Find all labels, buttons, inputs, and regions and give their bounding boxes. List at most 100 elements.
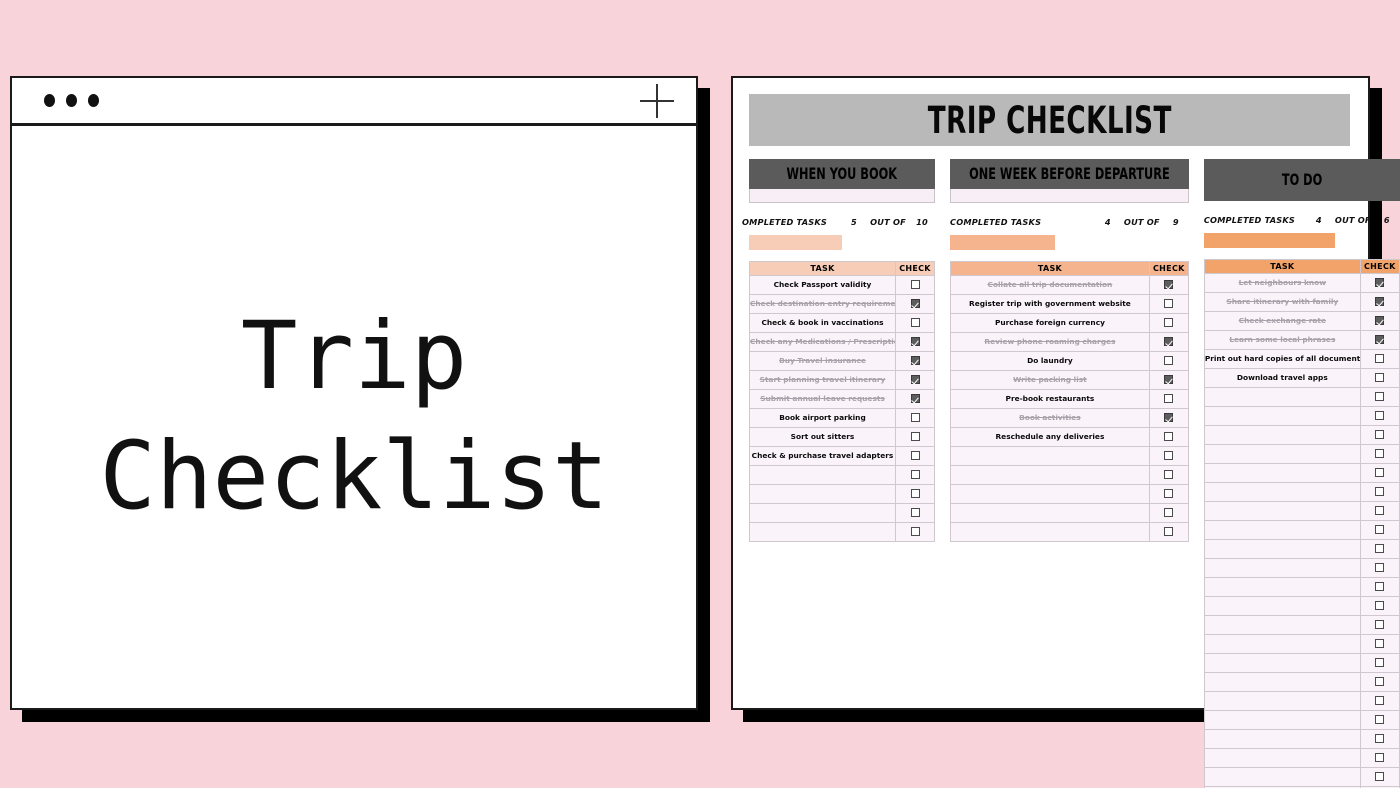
table-row[interactable] bbox=[1204, 502, 1399, 521]
task-table-when-you-book[interactable]: TASKCHECKCheck Passport validityCheck de… bbox=[749, 261, 935, 542]
task-label[interactable]: Check & book in vaccinations bbox=[750, 314, 896, 333]
table-row[interactable] bbox=[1204, 559, 1399, 578]
task-checkbox-cell[interactable] bbox=[896, 390, 935, 409]
checkbox-unchecked-icon[interactable] bbox=[1375, 696, 1384, 705]
checkbox-checked-icon[interactable] bbox=[911, 375, 920, 384]
task-label[interactable] bbox=[750, 466, 896, 485]
task-checkbox-cell[interactable] bbox=[1360, 464, 1399, 483]
table-row[interactable] bbox=[1204, 521, 1399, 540]
task-checkbox-cell[interactable] bbox=[896, 314, 935, 333]
task-checkbox-cell[interactable] bbox=[896, 504, 935, 523]
table-row[interactable] bbox=[951, 466, 1189, 485]
task-checkbox-cell[interactable] bbox=[896, 352, 935, 371]
table-row[interactable] bbox=[1204, 673, 1399, 692]
checkbox-checked-icon[interactable] bbox=[1375, 278, 1384, 287]
task-checkbox-cell[interactable] bbox=[896, 485, 935, 504]
checkbox-unchecked-icon[interactable] bbox=[1164, 299, 1173, 308]
task-label[interactable] bbox=[1204, 388, 1360, 407]
task-checkbox-cell[interactable] bbox=[896, 409, 935, 428]
table-row[interactable] bbox=[1204, 749, 1399, 768]
task-label[interactable]: Do laundry bbox=[951, 352, 1150, 371]
task-label[interactable] bbox=[1204, 483, 1360, 502]
table-row[interactable]: Check Passport validity bbox=[750, 276, 935, 295]
task-checkbox-cell[interactable] bbox=[1360, 369, 1399, 388]
task-checkbox-cell[interactable] bbox=[896, 428, 935, 447]
checkbox-unchecked-icon[interactable] bbox=[1375, 639, 1384, 648]
table-row[interactable]: Book airport parking bbox=[750, 409, 935, 428]
checkbox-checked-icon[interactable] bbox=[1375, 316, 1384, 325]
task-label[interactable] bbox=[750, 504, 896, 523]
table-row[interactable]: Reschedule any deliveries bbox=[951, 428, 1189, 447]
checkbox-checked-icon[interactable] bbox=[1375, 335, 1384, 344]
task-label[interactable]: Sort out sitters bbox=[750, 428, 896, 447]
table-row[interactable]: Check & purchase travel adapters bbox=[750, 447, 935, 466]
task-checkbox-cell[interactable] bbox=[1149, 485, 1188, 504]
task-label[interactable]: Pre-book restaurants bbox=[951, 390, 1150, 409]
table-row[interactable]: Check exchange rate bbox=[1204, 312, 1399, 331]
task-label[interactable] bbox=[1204, 426, 1360, 445]
table-row[interactable]: Register trip with government website bbox=[951, 295, 1189, 314]
task-label[interactable] bbox=[1204, 692, 1360, 711]
task-label[interactable] bbox=[1204, 616, 1360, 635]
task-label[interactable]: Buy Travel insurance bbox=[750, 352, 896, 371]
checkbox-unchecked-icon[interactable] bbox=[1164, 508, 1173, 517]
task-checkbox-cell[interactable] bbox=[1360, 559, 1399, 578]
table-row[interactable] bbox=[750, 466, 935, 485]
task-checkbox-cell[interactable] bbox=[896, 371, 935, 390]
task-label[interactable] bbox=[951, 466, 1150, 485]
task-label[interactable]: Review phone roaming charges bbox=[951, 333, 1150, 352]
task-label[interactable] bbox=[1204, 673, 1360, 692]
task-checkbox-cell[interactable] bbox=[896, 523, 935, 542]
task-checkbox-cell[interactable] bbox=[1149, 295, 1188, 314]
table-row[interactable]: Write packing list bbox=[951, 371, 1189, 390]
checkbox-unchecked-icon[interactable] bbox=[1164, 394, 1173, 403]
task-label[interactable]: Submit annual leave requests bbox=[750, 390, 896, 409]
task-label[interactable] bbox=[1204, 597, 1360, 616]
table-row[interactable] bbox=[951, 523, 1189, 542]
task-checkbox-cell[interactable] bbox=[1149, 333, 1188, 352]
table-row[interactable] bbox=[1204, 654, 1399, 673]
task-label[interactable]: Register trip with government website bbox=[951, 295, 1150, 314]
checkbox-checked-icon[interactable] bbox=[1164, 337, 1173, 346]
task-checkbox-cell[interactable] bbox=[1360, 749, 1399, 768]
table-row[interactable] bbox=[1204, 578, 1399, 597]
checkbox-unchecked-icon[interactable] bbox=[911, 280, 920, 289]
table-row[interactable] bbox=[1204, 407, 1399, 426]
table-row[interactable]: Pre-book restaurants bbox=[951, 390, 1189, 409]
table-row[interactable]: Collate all trip documentation bbox=[951, 276, 1189, 295]
table-row[interactable] bbox=[1204, 692, 1399, 711]
checkbox-unchecked-icon[interactable] bbox=[1164, 489, 1173, 498]
checkbox-checked-icon[interactable] bbox=[911, 337, 920, 346]
task-label[interactable]: Print out hard copies of all documents bbox=[1204, 350, 1360, 369]
task-checkbox-cell[interactable] bbox=[1149, 504, 1188, 523]
table-row[interactable]: Let neighbours know bbox=[1204, 274, 1399, 293]
checkbox-unchecked-icon[interactable] bbox=[1375, 487, 1384, 496]
task-checkbox-cell[interactable] bbox=[896, 466, 935, 485]
task-label[interactable] bbox=[951, 523, 1150, 542]
checkbox-unchecked-icon[interactable] bbox=[911, 318, 920, 327]
checkbox-unchecked-icon[interactable] bbox=[1375, 468, 1384, 477]
table-row[interactable]: Submit annual leave requests bbox=[750, 390, 935, 409]
table-row[interactable] bbox=[1204, 730, 1399, 749]
task-checkbox-cell[interactable] bbox=[1360, 407, 1399, 426]
checkbox-unchecked-icon[interactable] bbox=[1164, 356, 1173, 365]
checkbox-checked-icon[interactable] bbox=[911, 299, 920, 308]
task-checkbox-cell[interactable] bbox=[1360, 274, 1399, 293]
task-label[interactable] bbox=[1204, 578, 1360, 597]
table-row[interactable] bbox=[1204, 540, 1399, 559]
task-label[interactable]: Collate all trip documentation bbox=[951, 276, 1150, 295]
ellipsis-icon[interactable] bbox=[44, 94, 99, 107]
checkbox-unchecked-icon[interactable] bbox=[1375, 449, 1384, 458]
task-label[interactable]: Check destination entry requirements bbox=[750, 295, 896, 314]
checkbox-unchecked-icon[interactable] bbox=[1164, 318, 1173, 327]
table-row[interactable]: Check any Medications / Prescriptions bbox=[750, 333, 935, 352]
checkbox-unchecked-icon[interactable] bbox=[1375, 658, 1384, 667]
checkbox-unchecked-icon[interactable] bbox=[911, 527, 920, 536]
checkbox-unchecked-icon[interactable] bbox=[1375, 582, 1384, 591]
task-label[interactable]: Download travel apps bbox=[1204, 369, 1360, 388]
task-label[interactable] bbox=[1204, 711, 1360, 730]
task-label[interactable] bbox=[1204, 559, 1360, 578]
checkbox-unchecked-icon[interactable] bbox=[1375, 734, 1384, 743]
table-row[interactable]: Do laundry bbox=[951, 352, 1189, 371]
table-row[interactable]: Sort out sitters bbox=[750, 428, 935, 447]
